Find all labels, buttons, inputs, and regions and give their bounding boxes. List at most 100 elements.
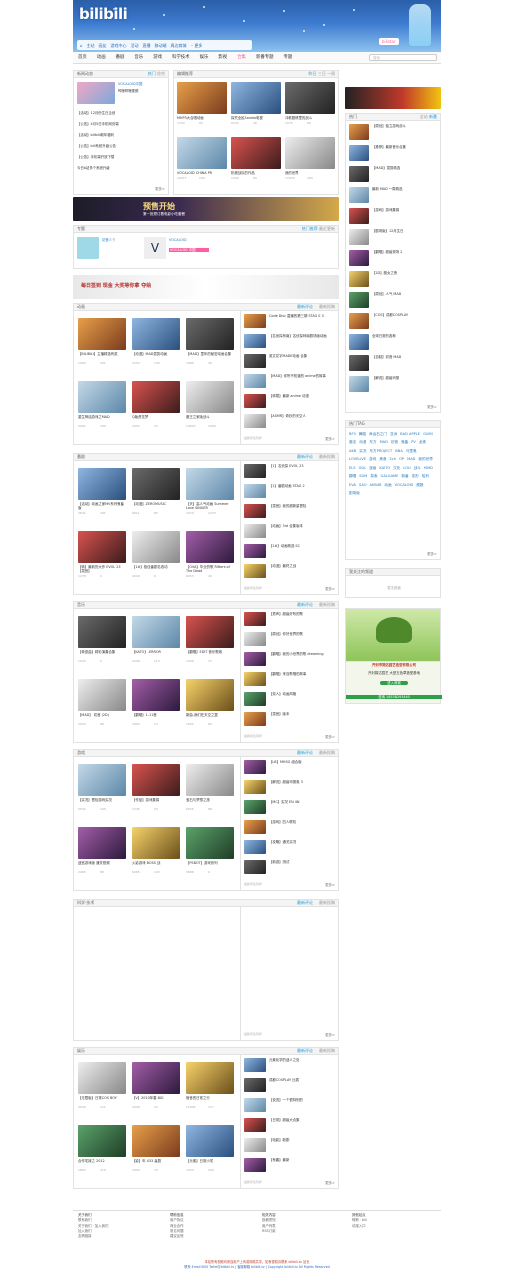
side-thumbnail[interactable] [244, 1078, 266, 1092]
side-title[interactable]: Code Disc 直播的第三期 STAG E 3 [269, 314, 337, 323]
tag-link[interactable]: 我的世界 [418, 457, 432, 461]
tag-link[interactable]: KAITO [379, 466, 390, 470]
side-thumbnail[interactable] [244, 800, 266, 814]
news-line[interactable]: 【活动】12月份生日企划 [77, 111, 167, 115]
tag-link[interactable]: AKB48 [370, 483, 382, 487]
tab-latest-upload[interactable]: 最新投稿 [319, 1048, 335, 1053]
side-thumbnail[interactable] [244, 692, 266, 706]
tag-link[interactable]: 新番 [401, 474, 408, 478]
side-thumbnail[interactable] [244, 612, 266, 626]
video-thumbnail[interactable] [78, 616, 126, 648]
side-title[interactable]: 【有趣】最新 [269, 1158, 337, 1167]
hot-title[interactable]: 【翻唱】超级现场 2 [372, 250, 439, 259]
side-title[interactable]: 【ASMR】奇妙的天空人 [269, 414, 337, 423]
tag-link[interactable]: 马里奥 [406, 449, 417, 453]
side-thumbnail[interactable] [244, 564, 266, 578]
video-thumbnail[interactable] [132, 1125, 180, 1157]
tag-link[interactable]: 2ch [390, 457, 397, 461]
recommend-caption[interactable]: 探究全民Sonelo电视 [231, 116, 281, 120]
video-title[interactable]: 【翻唱】EDIT 音乐歌姬 [186, 650, 234, 659]
tag-link[interactable]: 变形 [412, 474, 419, 478]
top-nav-item[interactable]: 周边商城 [171, 43, 187, 48]
tab-latest-upload[interactable]: 最新投稿 [319, 454, 335, 459]
recommend-caption[interactable]: VOCALOID CHINA PR [177, 171, 227, 175]
more-link[interactable]: 更多> [325, 735, 335, 739]
tag-link[interactable]: 实况 [359, 449, 366, 453]
nav-item-movie[interactable]: 影视 [213, 55, 232, 61]
hot-title[interactable]: 全球日常的各种 [372, 334, 439, 343]
signin-banner[interactable]: 每日签到 现金 大奖等你拿 夺绘 [73, 275, 339, 299]
side-title[interactable]: 【新游】测试 [269, 860, 337, 869]
tag-link[interactable]: 漫画 [369, 466, 376, 470]
side-title[interactable]: 【混音】版本 [269, 712, 337, 721]
side-thumbnail[interactable] [244, 414, 266, 428]
tag-link[interactable]: 动漫 [359, 440, 366, 444]
tag-link[interactable]: LOVELIVE [349, 457, 366, 461]
hot-title[interactable]: 【2D】魔女之夜 [372, 271, 439, 280]
video-thumbnail[interactable] [78, 318, 126, 350]
side-thumbnail[interactable] [244, 712, 266, 726]
recommend-caption[interactable]: 我的世界 [285, 171, 335, 175]
hot-thumbnail[interactable] [349, 292, 369, 308]
video-title[interactable]: 【KATO】-ERROR [132, 650, 180, 659]
side-title[interactable]: 成都COSPLAY 比赛 [269, 1078, 337, 1087]
side-title[interactable]: 元素化学的迷人之处 [269, 1058, 337, 1067]
recommend-thumbnail[interactable] [231, 82, 281, 114]
more-link[interactable]: 更多> [427, 552, 437, 556]
tab-latest-upload[interactable]: 最新投稿 [319, 602, 335, 607]
video-thumbnail[interactable] [132, 827, 180, 859]
video-title[interactable]: 【活动】动画之家MV系列鬼畜版 [78, 502, 126, 511]
video-title[interactable]: 【OVA】毕业的歌 Rifters of The Dead [186, 565, 234, 574]
nav-item-newbangumi[interactable]: 新番专题 [251, 55, 279, 61]
video-thumbnail[interactable] [186, 318, 234, 350]
tag-link[interactable]: GALGAME [381, 474, 399, 478]
video-thumbnail[interactable] [78, 679, 126, 711]
side-title[interactable]: 【LB】MHSG 组合版 [269, 760, 337, 769]
top-nav-item[interactable]: 活动 [131, 43, 139, 48]
video-thumbnail[interactable] [132, 318, 180, 350]
more-link[interactable]: 更多> [155, 187, 165, 191]
side-thumbnail[interactable] [244, 860, 266, 874]
side-title[interactable]: 【翻唱】我的小世界的歌 dreaming [269, 652, 337, 661]
search-input[interactable]: 搜索 [369, 54, 437, 61]
side-thumbnail[interactable] [244, 1058, 266, 1072]
side-title[interactable]: 英文花字MADE动画 合集 [269, 354, 337, 363]
tag-link[interactable]: EVA [349, 483, 356, 487]
news-headline[interactable]: 哔哩哔哩视频 [118, 89, 166, 93]
side-title[interactable]: 【攻略】通关实况 [269, 840, 337, 849]
video-title[interactable]: 【MAD】童年的秘密动画合集 [186, 352, 234, 361]
video-thumbnail[interactable] [132, 381, 180, 413]
tab-recent[interactable]: 最近更新 [319, 226, 335, 231]
video-title[interactable]: 迷宫游戏版 通关视频 [78, 861, 126, 870]
tag-link[interactable]: 东方PROJECT [369, 449, 392, 453]
video-title[interactable]: 【BILIBILI】主播精选有奖 [78, 352, 126, 361]
side-thumbnail[interactable] [244, 672, 266, 686]
video-thumbnail[interactable] [78, 764, 126, 796]
side-title[interactable]: 【1】番剧动画 STAG 2 [269, 484, 337, 493]
tag-link[interactable]: 动画 [384, 483, 391, 487]
tag-link[interactable]: BNA [395, 449, 403, 453]
side-thumbnail[interactable] [244, 1118, 266, 1132]
tag-link[interactable]: MAD [380, 440, 388, 444]
side-title[interactable]: 【1】名侦探 EVOL 23 [269, 464, 337, 473]
video-thumbnail[interactable] [186, 1125, 234, 1157]
section-title[interactable]: 音乐 [77, 602, 85, 607]
side-thumbnail[interactable] [244, 760, 266, 774]
side-title[interactable]: 【解说】超级玛丽奥 3 [269, 780, 337, 789]
side-title[interactable]: 【游戏】四人联机 [269, 820, 337, 829]
tab-latest-upload[interactable]: 最新投稿 [319, 900, 335, 905]
top-nav-item[interactable]: 移动端 [155, 43, 167, 48]
right-banner[interactable] [345, 87, 441, 109]
tag-link[interactable]: MMD [424, 466, 433, 470]
side-title[interactable]: 【MC】实况 EN 4N [269, 800, 337, 809]
section-title[interactable]: 动画 [77, 304, 85, 309]
tag-link[interactable]: 哈利 [422, 474, 429, 478]
more-link[interactable]: 更多> [325, 437, 335, 441]
side-title[interactable]: 【混音】我的超新星冒险 [269, 504, 337, 513]
side-thumbnail[interactable] [244, 780, 266, 794]
news-line[interactable]: 【公告】手机端开放下载 [77, 155, 167, 159]
footer-link[interactable]: 动漫入口 [352, 1224, 437, 1229]
side-title[interactable]: 【原创】你好世界的歌 [269, 632, 337, 641]
hot-title[interactable]: 【解说】超级玛丽 [372, 376, 439, 385]
tag-link[interactable]: 翻唱 [349, 474, 356, 478]
